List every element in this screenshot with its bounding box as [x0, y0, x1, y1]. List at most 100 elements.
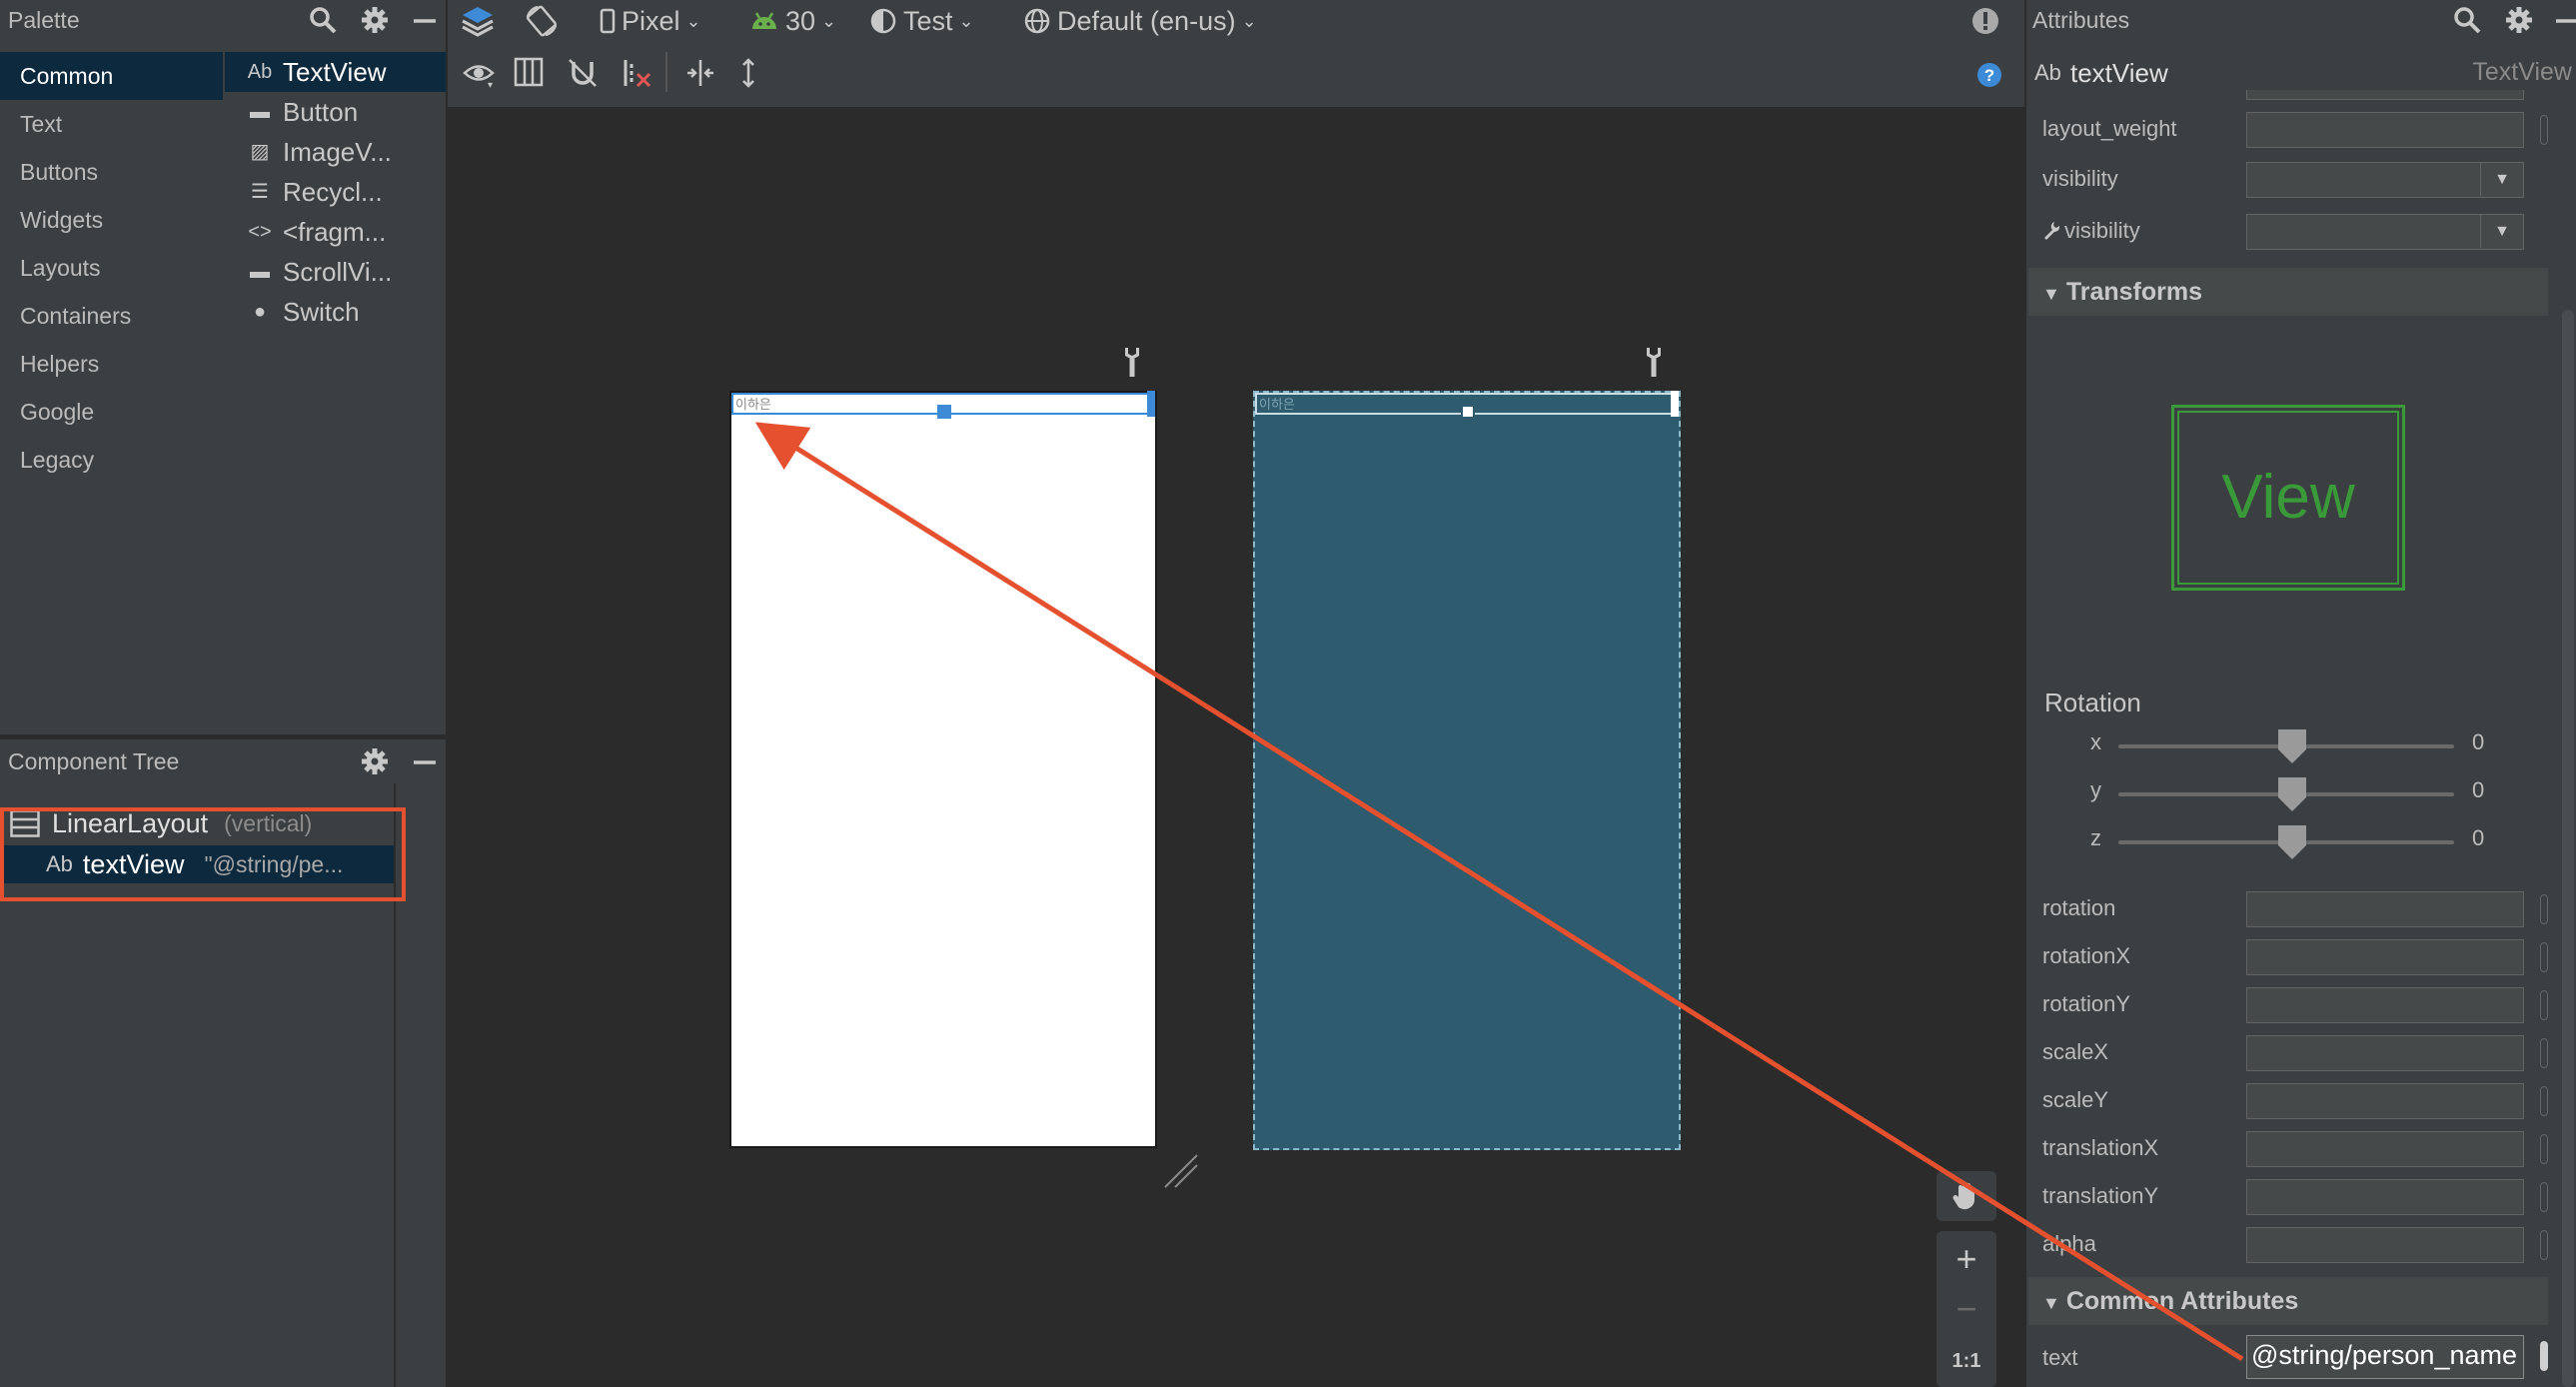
attr-pin[interactable]	[2540, 115, 2548, 145]
help-button[interactable]: ?	[1976, 62, 2002, 102]
slider-thumb[interactable]	[2278, 729, 2306, 763]
palette-item-textview[interactable]: Ab TextView	[225, 52, 446, 92]
palette-item-fragment[interactable]: <> <fragm...	[225, 212, 446, 252]
autoconnect-button[interactable]	[566, 56, 600, 96]
device-label: Pixel	[622, 6, 680, 36]
preview-text: View	[2221, 463, 2355, 532]
visibility-dropdown[interactable]: ▼	[2246, 162, 2524, 198]
attr-pin[interactable]	[2540, 1182, 2548, 1212]
resize-handle[interactable]	[937, 405, 951, 419]
wrench-icon[interactable]	[1641, 346, 1667, 378]
palette-category-layouts[interactable]: Layouts	[0, 244, 223, 292]
rotation-x-slider: x 0	[2026, 725, 2566, 765]
palette-item-label: <fragm...	[283, 217, 387, 247]
attributes-scrollbar[interactable]	[2562, 310, 2574, 1387]
palette-category-google[interactable]: Google	[0, 388, 223, 436]
attr-pin[interactable]	[2540, 894, 2548, 924]
palette-category-text[interactable]: Text	[0, 100, 223, 148]
gear-icon[interactable]	[360, 746, 390, 776]
common-attributes-section-header[interactable]: ▼ Common Attributes	[2028, 1277, 2548, 1325]
design-canvas[interactable]: 이하은 이하은 + − 1:1	[448, 108, 2024, 1387]
layout-weight-field[interactable]	[2246, 112, 2524, 148]
theme-selector[interactable]: Test ⌄	[869, 0, 974, 42]
transforms-section-header[interactable]: ▼ Transforms	[2028, 268, 2548, 316]
attr-pin[interactable]	[2540, 1038, 2548, 1068]
attr-pin[interactable]	[2540, 990, 2548, 1020]
search-icon[interactable]	[308, 5, 338, 35]
zoom-out-button[interactable]: −	[1936, 1287, 1996, 1331]
minimize-icon[interactable]	[412, 5, 438, 35]
scalex-field[interactable]	[2246, 1035, 2524, 1071]
palette-item-switch[interactable]: ● Switch	[225, 292, 446, 332]
attr-pin[interactable]	[2540, 1230, 2548, 1260]
resize-handle[interactable]	[1461, 405, 1475, 419]
hand-icon	[1952, 1182, 1974, 1210]
blueprint-toggle-button[interactable]	[514, 56, 544, 96]
triangle-down-icon: ▼	[2042, 1293, 2060, 1313]
orientation-button[interactable]	[524, 0, 560, 42]
slider-value: 0	[2472, 777, 2485, 802]
resize-handle[interactable]	[1147, 391, 1155, 417]
attr-label-rotationx: rotationX	[2042, 943, 2131, 968]
blueprint-screen[interactable]: 이하은	[1253, 391, 1681, 1150]
warnings-button[interactable]	[1970, 0, 2000, 42]
palette-category-widgets[interactable]: Widgets	[0, 196, 223, 244]
attr-pin[interactable]	[2540, 1341, 2548, 1371]
palette-category-common[interactable]: Common	[0, 52, 223, 100]
pan-button[interactable]	[1936, 1171, 1996, 1221]
search-icon[interactable]	[2452, 5, 2482, 35]
locale-label: Default (en-us)	[1057, 6, 1236, 36]
translationy-field[interactable]	[2246, 1179, 2524, 1215]
gear-icon[interactable]	[2504, 5, 2534, 35]
chevron-down-icon: ⌄	[1241, 11, 1257, 31]
button-icon: ▬	[250, 101, 270, 123]
translationx-field[interactable]	[2246, 1131, 2524, 1167]
design-screen[interactable]: 이하은	[729, 391, 1157, 1148]
image-icon: ▨	[250, 141, 270, 163]
gear-icon[interactable]	[360, 5, 390, 35]
align-vertical-button[interactable]	[735, 56, 761, 96]
attr-pin[interactable]	[2540, 1086, 2548, 1116]
rotation-field[interactable]	[2246, 891, 2524, 927]
textview-icon: Ab	[247, 61, 273, 83]
slider-thumb[interactable]	[2278, 825, 2306, 859]
align-horizontal-button[interactable]	[683, 56, 717, 96]
attr-pin[interactable]	[2540, 1134, 2548, 1164]
minimize-icon[interactable]	[2556, 5, 2576, 35]
palette-item-button[interactable]: ▬ Button	[225, 92, 446, 132]
rotationx-field[interactable]	[2246, 939, 2524, 975]
device-selector[interactable]: Pixel ⌄	[600, 0, 701, 42]
theme-icon	[870, 8, 896, 34]
palette-item-recyclerview[interactable]: ☰ Recycl...	[225, 172, 446, 212]
zoom-reset-button[interactable]: 1:1	[1936, 1341, 1996, 1381]
svg-text:?: ?	[1984, 66, 1994, 85]
arrows-vertical-icon	[742, 58, 754, 88]
palette-category-legacy[interactable]: Legacy	[0, 436, 223, 484]
zoom-in-button[interactable]: +	[1936, 1237, 1996, 1281]
view-options-button[interactable]: ▾	[462, 56, 496, 96]
attr-pin[interactable]	[2540, 942, 2548, 972]
palette-category-helpers[interactable]: Helpers	[0, 340, 223, 388]
resize-corner-icon[interactable]	[1163, 1153, 1199, 1189]
minimize-icon[interactable]	[412, 746, 438, 776]
scaley-field[interactable]	[2246, 1083, 2524, 1119]
scrollview-icon: ▬	[250, 261, 270, 283]
layers-icon	[462, 7, 494, 37]
wrench-icon[interactable]	[1119, 346, 1145, 378]
slider-thumb[interactable]	[2278, 777, 2306, 811]
palette-item-scrollview[interactable]: ▬ ScrollVi...	[225, 252, 446, 292]
text-field-value: @string/person_name	[2250, 1340, 2517, 1370]
rotationy-field[interactable]	[2246, 987, 2524, 1023]
tools-visibility-dropdown[interactable]: ▼	[2246, 214, 2524, 250]
design-surface-button[interactable]	[460, 0, 496, 42]
slider-axis-label: x	[2090, 729, 2101, 754]
resize-handle[interactable]	[1671, 391, 1679, 417]
clear-constraints-button[interactable]	[620, 56, 653, 96]
palette-category-buttons[interactable]: Buttons	[0, 148, 223, 196]
api-level-selector[interactable]: 30 ⌄	[749, 0, 836, 42]
palette-item-imageview[interactable]: ▨ ImageV...	[225, 132, 446, 172]
text-field[interactable]: @string/person_name	[2246, 1335, 2524, 1379]
palette-category-containers[interactable]: Containers	[0, 292, 223, 340]
locale-selector[interactable]: Default (en-us) ⌄	[1023, 0, 1257, 42]
alpha-field[interactable]	[2246, 1227, 2524, 1263]
